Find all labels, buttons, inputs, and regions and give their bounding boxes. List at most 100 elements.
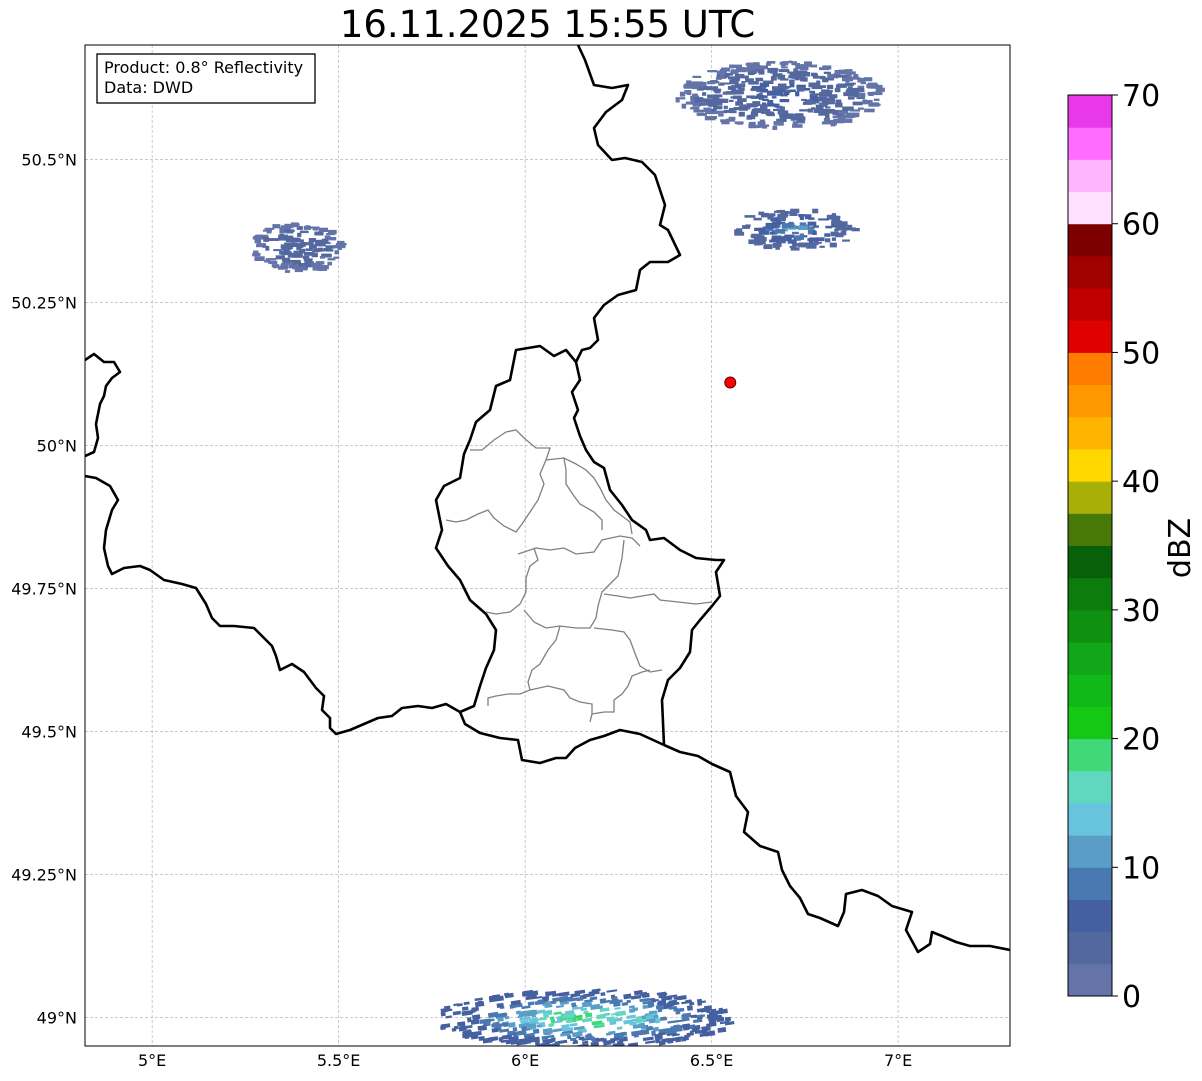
echo-cell [813, 225, 819, 228]
echo-cell [829, 242, 837, 248]
colorbar-segment [1068, 609, 1112, 643]
echo-cell [734, 229, 742, 234]
echo-cell [816, 241, 822, 244]
echo-cell [762, 98, 769, 101]
echo-cell [300, 266, 308, 271]
echo-cell [857, 85, 865, 89]
echo-cell [752, 101, 761, 106]
echo-cell [694, 98, 704, 103]
echo-cell [847, 96, 855, 100]
echo-cell [834, 87, 841, 93]
echo-cell [705, 87, 715, 91]
echo-cell [744, 75, 749, 79]
echo-cell [497, 1016, 504, 1022]
echo-cell [307, 258, 313, 261]
colorbar-segment [1068, 674, 1112, 707]
lat-tick-label: 49°N [37, 1008, 77, 1027]
echo-cell [770, 76, 777, 81]
echo-cell [318, 227, 328, 232]
echo-cell [775, 237, 785, 240]
lat-tick-label: 49.25°N [11, 865, 77, 884]
echo-cell [837, 83, 845, 86]
echo-cell [864, 108, 875, 113]
echo-cell [713, 94, 723, 98]
echo-cell [268, 260, 278, 265]
echo-cell [748, 81, 759, 85]
echo-cell [773, 242, 782, 248]
colorbar-segment [1068, 416, 1112, 450]
echo-cell [729, 79, 739, 85]
echo-cell [812, 73, 818, 76]
echo-cell [309, 244, 317, 249]
echo-cell [761, 213, 771, 218]
echo-cell [752, 64, 761, 70]
echo-cell [690, 107, 700, 110]
echo-cell [714, 88, 721, 94]
echo-cell [860, 81, 866, 85]
echo-cell [263, 237, 269, 242]
echo-cell [777, 83, 787, 88]
echo-cell [658, 994, 663, 999]
echo-cell [873, 98, 880, 101]
colorbar-tick-label: 0 [1122, 980, 1141, 1015]
lon-tick-label: 7°E [884, 1051, 912, 1070]
echo-cell [823, 117, 831, 123]
echo-cell [825, 238, 831, 243]
colorbar: 0 10 20 30 40 50 60 70 [1067, 79, 1160, 1015]
echo-cell [291, 224, 300, 227]
echo-cell [725, 118, 735, 122]
echo-cell [788, 75, 799, 79]
echo-cell [796, 86, 805, 92]
echo-cell [874, 103, 881, 106]
echo-cell [809, 90, 816, 94]
echo-cell [264, 227, 275, 230]
colorbar-segment [1068, 255, 1112, 289]
echo-cell [675, 97, 686, 100]
echo-cell [715, 77, 722, 80]
echo-cell [843, 118, 853, 123]
colorbar-segment [1068, 127, 1112, 160]
echo-cell [757, 121, 766, 125]
echo-cell [318, 265, 329, 270]
colorbar-segment [1068, 352, 1112, 386]
colorbar-tick-label: 50 [1122, 336, 1160, 371]
colorbar-segment [1068, 288, 1112, 321]
echo-cell [838, 227, 846, 231]
echo-cell [647, 1002, 655, 1008]
echo-cell [704, 116, 716, 121]
echo-cell [748, 121, 756, 125]
colorbar-segment [1068, 899, 1112, 933]
colorbar-tick-label: 40 [1122, 465, 1160, 500]
echo-cell [805, 214, 812, 220]
echo-cell [272, 224, 281, 229]
echo-cell [757, 69, 765, 73]
echo-cell [252, 236, 261, 240]
echo-cell [281, 259, 289, 262]
echo-cell [831, 218, 840, 223]
echo-cell [737, 87, 745, 91]
echo-cell [809, 64, 818, 68]
echo-cell [718, 113, 724, 117]
echo-cell [812, 208, 819, 214]
colorbar-segment [1068, 931, 1112, 965]
colorbar-tick-label: 10 [1122, 851, 1160, 886]
echo-cell [825, 106, 831, 109]
echo-cell [820, 77, 825, 80]
echo-cell [806, 245, 817, 249]
echo-cell [790, 247, 800, 251]
echo-cell [265, 258, 277, 261]
lon-tick-label: 6°E [511, 1051, 539, 1070]
echo-cell [284, 270, 291, 273]
echo-cell [262, 245, 269, 248]
echo-cell [778, 87, 789, 90]
echo-cell [835, 102, 843, 108]
echo-cell [836, 222, 845, 228]
echo-cell [758, 124, 770, 127]
map-frame-bg [85, 45, 1010, 1046]
radar-map-figure: 50.5°N 50.25°N 50°N 49.75°N 49.5°N 49.25°N 49°… [11, 44, 1198, 1070]
colorbar-segment [1068, 513, 1112, 546]
echo-cell [822, 79, 829, 83]
echo-cell [787, 223, 795, 228]
echo-cell [736, 122, 744, 125]
echo-cell [686, 80, 692, 85]
